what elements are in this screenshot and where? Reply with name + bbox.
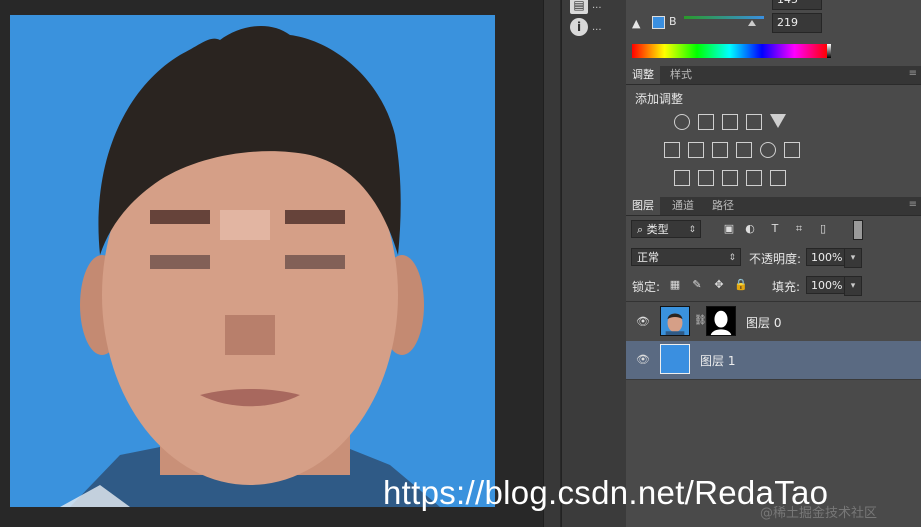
- adjustment-row-3: [674, 170, 786, 186]
- adjustment-row-1: [674, 114, 786, 130]
- pixel-filter-icon[interactable]: ▣: [722, 222, 736, 236]
- portrait-thumb-image: [661, 307, 689, 335]
- panel-menu-icon[interactable]: ≡: [909, 199, 917, 210]
- adjustment-row-2: [664, 142, 800, 158]
- smart-object-filter-icon[interactable]: ▯: [816, 222, 830, 236]
- updown-arrow-icon: ⇕: [728, 253, 736, 263]
- filter-toggle[interactable]: [853, 220, 863, 240]
- search-icon: ⌕: [637, 223, 647, 236]
- eye-icon[interactable]: 👁: [636, 315, 650, 328]
- tab-channels[interactable]: 通道: [666, 197, 700, 215]
- layer-thumbnail: [660, 306, 690, 336]
- fill-field[interactable]: 100%: [806, 276, 846, 294]
- b-slider-track[interactable]: [684, 16, 764, 19]
- fill-dropdown-button[interactable]: ▾: [844, 276, 862, 296]
- b-slider-handle[interactable]: [748, 20, 756, 26]
- shape-filter-icon[interactable]: ⌗: [792, 222, 806, 236]
- layer-row-1[interactable]: 👁 图层 1: [626, 341, 921, 380]
- portrait-image: [10, 15, 495, 507]
- filter-type-select[interactable]: ⌕ 类型 ⇕: [631, 220, 701, 238]
- updown-arrow-icon: ⇕: [688, 225, 696, 235]
- tab-adjustments[interactable]: 调整: [626, 66, 660, 84]
- tab-styles[interactable]: 样式: [664, 66, 698, 84]
- layer-name: 图层 0: [746, 316, 782, 330]
- levels-icon[interactable]: [698, 114, 714, 130]
- black-white-icon[interactable]: [712, 142, 728, 158]
- opacity-dropdown-button[interactable]: ▾: [844, 248, 862, 268]
- info-panel-button[interactable]: i ...: [570, 16, 610, 38]
- invert-icon[interactable]: [674, 170, 690, 186]
- posterize-icon[interactable]: [698, 170, 714, 186]
- threshold-icon[interactable]: [722, 170, 738, 186]
- history-icon: ▤: [570, 0, 588, 14]
- layer-row-0[interactable]: 👁 ⛓ 图层 0: [626, 303, 921, 342]
- document-canvas[interactable]: [0, 0, 561, 527]
- adjustment-filter-icon[interactable]: ◐: [743, 222, 757, 236]
- channel-mixer-icon[interactable]: [760, 142, 776, 158]
- lock-label: 锁定:: [632, 280, 661, 294]
- panel-menu-icon[interactable]: ≡: [909, 68, 917, 79]
- type-filter-icon[interactable]: T: [768, 222, 782, 236]
- vibrance-icon[interactable]: [770, 114, 786, 128]
- layer-thumbnail: [660, 344, 690, 374]
- color-balance-icon[interactable]: [688, 142, 704, 158]
- vertical-scrollbar[interactable]: [543, 0, 560, 527]
- gradient-map-icon[interactable]: [746, 170, 762, 186]
- layers-tabbar: 图层 通道 路径 ≡: [626, 197, 921, 216]
- warning-icon: ▲: [632, 17, 641, 30]
- opacity-field[interactable]: 100%: [806, 248, 846, 266]
- lock-move-icon[interactable]: ✥: [712, 278, 726, 292]
- b-channel-label: B: [669, 15, 677, 28]
- mask-silhouette-icon: [707, 307, 735, 335]
- photo-filter-icon[interactable]: [736, 142, 752, 158]
- eye-icon[interactable]: 👁: [636, 353, 650, 366]
- spectrum-black-white[interactable]: [827, 44, 831, 58]
- exposure-icon[interactable]: [746, 114, 762, 130]
- tab-layers[interactable]: 图层: [626, 197, 660, 215]
- fill-label: 填充:: [772, 280, 801, 294]
- layer-mask-thumbnail[interactable]: [706, 306, 736, 336]
- adjustments-panel: 调整 样式 ≡ 添加调整: [626, 66, 921, 196]
- b-value-field[interactable]: 219: [772, 13, 822, 33]
- tab-paths[interactable]: 路径: [706, 197, 740, 215]
- color-swatch[interactable]: [652, 16, 665, 29]
- community-watermark: @稀土掘金技术社区: [760, 506, 878, 521]
- brightness-icon[interactable]: [674, 114, 690, 130]
- selective-color-icon[interactable]: [770, 170, 786, 186]
- blend-mode-select[interactable]: 正常 ⇕: [631, 248, 741, 266]
- g-value-field[interactable]: 145: [772, 0, 822, 10]
- history-panel-button[interactable]: ▤ ...: [570, 0, 610, 16]
- portrait-photo[interactable]: [10, 15, 495, 507]
- lock-transparent-icon[interactable]: ▦: [668, 278, 682, 292]
- mask-link-icon[interactable]: ⛓: [694, 315, 707, 326]
- adjustments-tabbar: 调整 样式 ≡: [626, 66, 921, 85]
- color-spectrum[interactable]: [632, 44, 827, 58]
- color-lookup-icon[interactable]: [784, 142, 800, 158]
- divider: [626, 301, 921, 302]
- lock-paint-icon[interactable]: ✎: [690, 278, 704, 292]
- hue-saturation-icon[interactable]: [664, 142, 680, 158]
- curves-icon[interactable]: [722, 114, 738, 130]
- opacity-label: 不透明度:: [749, 252, 802, 266]
- panel-icon-column: ▤ ... i ...: [561, 0, 627, 527]
- color-panel: 145 ▲ B 219: [626, 0, 921, 66]
- right-panels: 145 ▲ B 219 调整 样式 ≡ 添加调整: [626, 0, 921, 527]
- lock-all-icon[interactable]: 🔒: [734, 278, 748, 292]
- layer-name: 图层 1: [700, 354, 736, 368]
- add-adjustment-title: 添加调整: [635, 92, 684, 106]
- info-icon: i: [570, 18, 588, 36]
